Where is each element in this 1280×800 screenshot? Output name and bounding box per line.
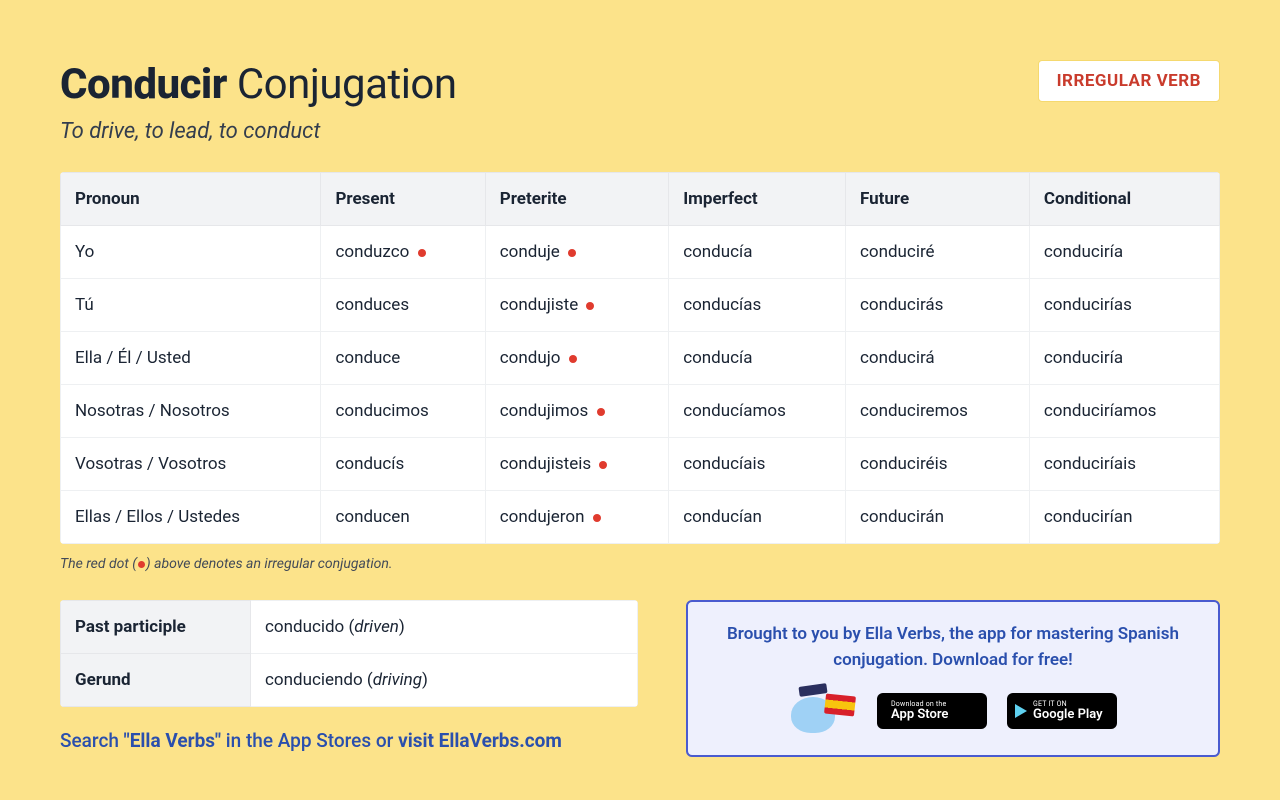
conjugation-cell: conduje <box>485 226 668 279</box>
conjugation-cell: conduzco <box>321 226 485 279</box>
mascot-icon <box>789 689 857 733</box>
title-verb: Conducir <box>60 60 227 109</box>
page-title: Conducir Conjugation <box>60 60 457 109</box>
conjugation-cell: conducirás <box>845 279 1029 332</box>
search-line: Search "Ella Verbs" in the App Stores or… <box>60 729 638 752</box>
conjugation-cell: conducirías <box>1029 279 1219 332</box>
conjugation-cell: conducíais <box>669 438 846 491</box>
conjugation-cell: condujimos <box>485 385 668 438</box>
conjugation-cell: conduce <box>321 332 485 385</box>
conjugation-cell: conduciréis <box>845 438 1029 491</box>
app-store-button[interactable]: Download on theApp Store <box>877 693 987 729</box>
dot-icon <box>599 461 607 469</box>
column-header: Imperfect <box>669 173 846 226</box>
past-participle-label: Past participle <box>61 601 251 654</box>
pronoun-cell: Ellas / Ellos / Ustedes <box>61 491 321 544</box>
conjugation-cell: conducimos <box>321 385 485 438</box>
pronoun-cell: Vosotras / Vosotros <box>61 438 321 491</box>
conjugation-cell: conduciremos <box>845 385 1029 438</box>
conjugation-cell: conducía <box>669 332 846 385</box>
promo-text: Brought to you by Ella Verbs, the app fo… <box>712 622 1194 673</box>
conjugation-cell: condujo <box>485 332 668 385</box>
conjugation-cell: condujisteis <box>485 438 668 491</box>
conjugation-cell: conduciría <box>1029 226 1219 279</box>
conjugation-cell: conducías <box>669 279 846 332</box>
dot-icon <box>597 408 605 416</box>
past-participle-value: conducido (driven) <box>251 601 638 654</box>
conjugation-cell: conducen <box>321 491 485 544</box>
pronoun-cell: Yo <box>61 226 321 279</box>
conjugation-cell: conduciríais <box>1029 438 1219 491</box>
promo-box: Brought to you by Ella Verbs, the app fo… <box>686 600 1220 757</box>
dot-icon <box>568 249 576 257</box>
conjugation-cell: conducirán <box>845 491 1029 544</box>
conjugation-cell: conducirían <box>1029 491 1219 544</box>
column-header: Preterite <box>485 173 668 226</box>
table-row: Vosotras / Vosotrosconducís condujisteis… <box>61 438 1220 491</box>
table-row: Túconduces condujiste conducías conducir… <box>61 279 1220 332</box>
pronoun-cell: Tú <box>61 279 321 332</box>
forms-table: Past participle conducido (driven) Gerun… <box>60 600 638 707</box>
pronoun-cell: Ella / Él / Usted <box>61 332 321 385</box>
subtitle: To drive, to lead, to conduct <box>60 119 457 144</box>
table-row: Yoconduzco conduje conducía conduciré co… <box>61 226 1220 279</box>
conjugation-cell: condujiste <box>485 279 668 332</box>
conjugation-cell: conduciría <box>1029 332 1219 385</box>
column-header: Conditional <box>1029 173 1219 226</box>
conjugation-cell: conducíamos <box>669 385 846 438</box>
column-header: Present <box>321 173 485 226</box>
google-play-button[interactable]: GET IT ONGoogle Play <box>1007 693 1117 729</box>
conjugation-table: PronounPresentPreteriteImperfectFutureCo… <box>60 172 1220 544</box>
column-header: Future <box>845 173 1029 226</box>
dot-icon <box>586 302 594 310</box>
table-row: Ellas / Ellos / Ustedesconducen condujer… <box>61 491 1220 544</box>
gerund-label: Gerund <box>61 654 251 707</box>
table-row: Ella / Él / Ustedconduce condujo conducí… <box>61 332 1220 385</box>
conjugation-cell: conduciré <box>845 226 1029 279</box>
conjugation-cell: conducís <box>321 438 485 491</box>
table-row: Nosotras / Nosotrosconducimos condujimos… <box>61 385 1220 438</box>
play-icon <box>1015 704 1027 718</box>
pronoun-cell: Nosotras / Nosotros <box>61 385 321 438</box>
column-header: Pronoun <box>61 173 321 226</box>
conjugation-cell: conducirá <box>845 332 1029 385</box>
irregular-badge: IRREGULAR VERB <box>1038 60 1220 102</box>
conjugation-cell: conduces <box>321 279 485 332</box>
conjugation-cell: conducían <box>669 491 846 544</box>
dot-icon <box>418 249 426 257</box>
conjugation-cell: condujeron <box>485 491 668 544</box>
gerund-value: conduciendo (driving) <box>251 654 638 707</box>
conjugation-cell: conduciríamos <box>1029 385 1219 438</box>
dot-icon <box>569 355 577 363</box>
dot-icon <box>593 514 601 522</box>
conjugation-cell: conducía <box>669 226 846 279</box>
dot-icon <box>138 561 145 568</box>
title-rest: Conjugation <box>227 60 457 109</box>
caption: The red dot () above denotes an irregula… <box>60 556 1220 572</box>
